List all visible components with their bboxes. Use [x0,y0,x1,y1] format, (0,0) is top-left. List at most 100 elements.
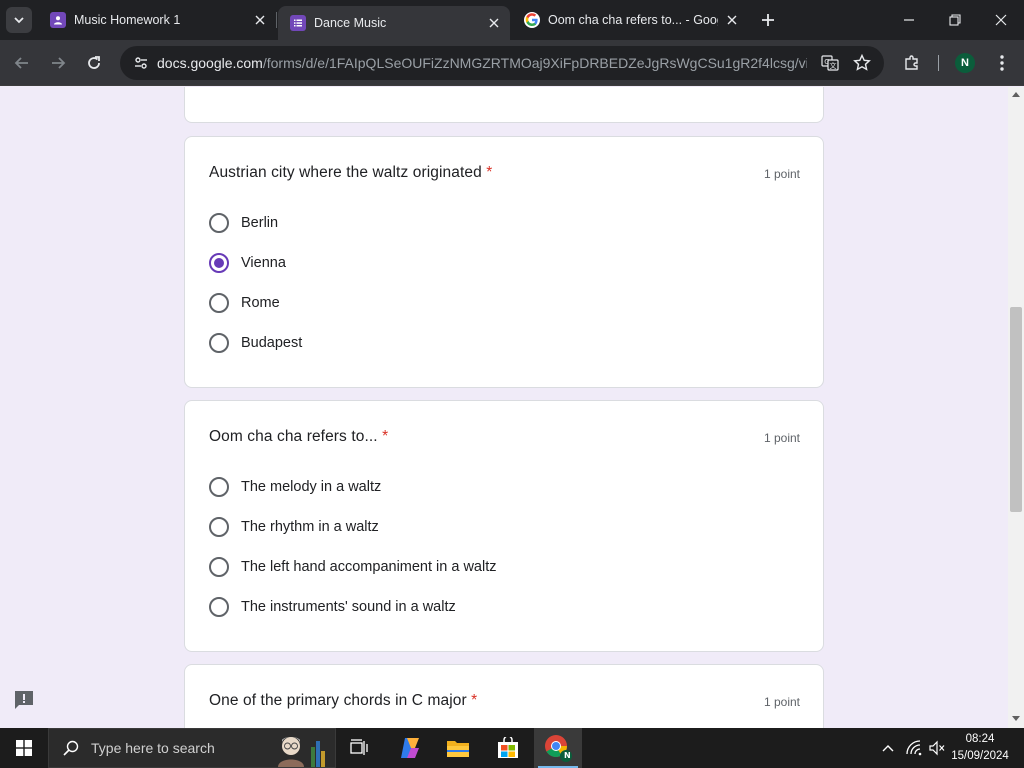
tab-strip: Music Homework 1 Dance Music Oom cha cha… [0,0,1024,40]
option-left-hand[interactable]: The left hand accompaniment in a waltz [209,556,497,578]
option-label: Berlin [241,215,279,231]
question-points: 1 point [763,167,800,181]
required-asterisk: * [471,692,478,709]
tab-search-button[interactable] [6,7,32,33]
network-button[interactable] [902,728,926,768]
volume-muted-icon [929,740,945,756]
option-label: The rhythm in a waltz [241,519,379,535]
report-feedback-icon[interactable] [13,690,35,710]
tab-title: Music Homework 1 [74,13,181,27]
question-text: Austrian city where the waltz originated [209,164,482,181]
required-asterisk: * [382,428,389,445]
restore-icon [949,14,961,26]
close-window-button[interactable] [978,0,1024,40]
clock-date: 15/09/2024 [951,750,1009,762]
minimize-button[interactable] [886,0,932,40]
option-vienna[interactable]: Vienna [209,252,286,274]
tab-music-homework[interactable]: Music Homework 1 [38,0,276,40]
radio-button-selected[interactable] [209,253,229,273]
option-label: Rome [241,295,280,311]
folder-icon [447,741,469,757]
taskbar-chrome[interactable]: N [534,728,582,768]
question-card-3: One of the primary chords in C major * 1… [184,664,824,728]
option-melody[interactable]: The melody in a waltz [209,476,381,498]
radio-button[interactable] [209,517,229,537]
wifi-icon [906,740,922,756]
url-host: docs.google.com [157,55,263,71]
site-info-icon[interactable] [126,55,156,71]
forms-icon [290,15,306,31]
url-path: /forms/d/e/1FAIpQLSeOUFiZzNMGZRTMOaj9XiF… [262,55,807,71]
question-title: Oom cha cha refers to... * [209,428,388,446]
option-instruments[interactable]: The instruments' sound in a waltz [209,596,456,618]
kebab-menu-icon[interactable] [991,52,1013,74]
forward-button[interactable] [44,49,72,77]
tab-title: Oom cha cha refers to... - Goog [548,13,718,27]
question-points: 1 point [763,695,800,709]
option-budapest[interactable]: Budapest [209,332,302,354]
search-highlight-illustration-icon [278,737,325,767]
option-rhythm[interactable]: The rhythm in a waltz [209,516,379,538]
radio-button[interactable] [209,477,229,497]
store-icon [498,737,518,758]
tab-google-search[interactable]: Oom cha cha refers to... - Goog [512,0,748,40]
back-button[interactable] [8,49,36,77]
task-view-icon [350,739,368,755]
bookmark-star-icon[interactable] [852,53,872,73]
windows-logo-icon [16,740,32,756]
taskbar-microsoft-store[interactable] [484,728,532,768]
plus-icon [762,14,774,26]
new-tab-button[interactable] [758,10,778,30]
scrollbar-thumb[interactable] [1010,307,1022,512]
arrow-left-icon [14,57,28,69]
chevron-up-icon [882,745,894,752]
profile-avatar[interactable]: N [955,53,975,73]
taskbar-clock[interactable]: 08:24 15/09/2024 [950,731,1010,765]
radio-button[interactable] [209,293,229,313]
radio-button[interactable] [209,557,229,577]
svg-text:文: 文 [830,61,837,70]
chrome-profile-badge: N [564,751,571,760]
tab-title: Dance Music [314,16,387,30]
question-card-1: Austrian city where the waltz originated… [184,136,824,388]
option-berlin[interactable]: Berlin [209,212,278,234]
taskbar-file-explorer[interactable] [434,728,482,768]
toolbar-divider [938,55,939,71]
reload-button[interactable] [80,49,108,77]
radio-button[interactable] [209,597,229,617]
url-text: docs.google.com/forms/d/e/1FAIpQLSeOUFiZ… [157,55,807,71]
search-placeholder: Type here to search [91,740,215,756]
task-view-button[interactable] [336,728,384,768]
scroll-up-arrow-icon[interactable] [1012,92,1020,97]
question-card-previous [184,87,824,123]
close-tab-icon[interactable] [724,12,740,28]
radio-button[interactable] [209,333,229,353]
windows-taskbar: Type here to search N 08:24 15/09/2024 [0,728,1024,768]
restore-button[interactable] [932,0,978,40]
taskbar-copilot[interactable] [386,728,434,768]
volume-button[interactable] [926,728,948,768]
close-tab-icon[interactable] [486,15,502,31]
address-bar[interactable]: docs.google.com/forms/d/e/1FAIpQLSeOUFiZ… [120,46,884,80]
chevron-down-icon [14,17,24,24]
scroll-down-arrow-icon[interactable] [1012,716,1020,721]
google-icon [524,12,540,28]
option-rome[interactable]: Rome [209,292,280,314]
close-tab-icon[interactable] [252,12,268,28]
tab-dance-music[interactable]: Dance Music [278,6,510,40]
classroom-icon [50,12,66,28]
taskbar-search-box[interactable]: Type here to search [48,728,336,768]
page-scrollbar[interactable] [1008,87,1024,728]
show-hidden-icons-button[interactable] [876,728,900,768]
start-button[interactable] [0,728,48,768]
required-asterisk: * [486,164,493,181]
option-label: The melody in a waltz [241,479,382,495]
clock-time: 08:24 [965,733,995,745]
question-text: Oom cha cha refers to... [209,428,378,445]
translate-icon[interactable]: G文 [820,53,840,73]
question-text: One of the primary chords in C major [209,692,467,709]
extensions-icon[interactable] [901,52,923,74]
reload-icon [88,56,100,69]
radio-button[interactable] [209,213,229,233]
question-title: Austrian city where the waltz originated… [209,164,492,182]
